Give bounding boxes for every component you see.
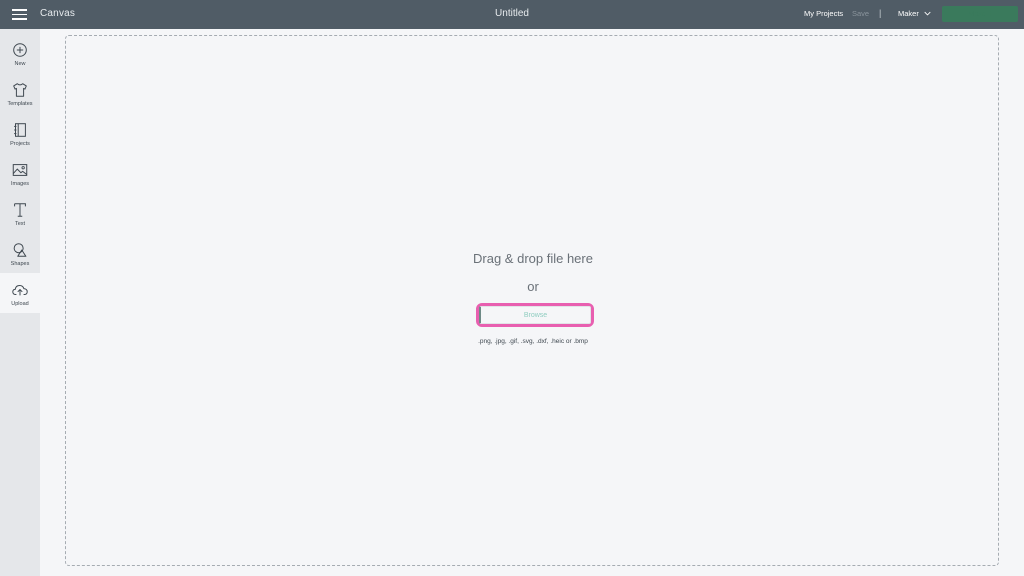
- notebook-icon: [14, 123, 26, 137]
- left-sidebar: New Templates Projects Images Text Shape…: [0, 29, 40, 576]
- sidebar-item-projects[interactable]: Projects: [0, 113, 40, 153]
- document-title-wrapper: Untitled: [0, 8, 1024, 19]
- sidebar-item-label: Shapes: [10, 261, 30, 267]
- app-title: Canvas: [40, 8, 76, 19]
- sidebar-item-images[interactable]: Images: [0, 153, 40, 193]
- cloud-upload-icon: [12, 285, 28, 296]
- upload-drop-zone[interactable]: Drag & drop file here or Browse .png, .j…: [65, 35, 999, 566]
- save-link[interactable]: Save: [852, 9, 869, 18]
- chevron-down-icon[interactable]: [924, 10, 931, 17]
- sidebar-item-label: Upload: [11, 301, 29, 307]
- browse-button[interactable]: Browse: [479, 306, 591, 324]
- sidebar-item-label: Images: [10, 181, 30, 187]
- or-text: or: [527, 279, 539, 294]
- image-icon: [12, 164, 28, 176]
- supported-formats-text: .png, .jpg, .gif, .svg, .dxf, .heic or .…: [478, 338, 588, 345]
- machine-select[interactable]: Maker: [898, 9, 919, 18]
- sidebar-item-label: Templates: [7, 101, 33, 107]
- plus-circle-icon: [13, 43, 27, 57]
- sidebar-item-label: Projects: [10, 141, 30, 147]
- tshirt-icon: [13, 83, 27, 97]
- my-projects-link[interactable]: My Projects: [804, 9, 843, 18]
- text-icon: [14, 203, 26, 217]
- sidebar-item-upload[interactable]: Upload: [0, 273, 40, 313]
- sidebar-item-new[interactable]: New: [0, 33, 40, 73]
- document-title[interactable]: Untitled: [495, 8, 529, 19]
- shapes-icon: [13, 243, 27, 257]
- topbar-divider: |: [879, 8, 882, 18]
- hamburger-menu-icon[interactable]: [12, 9, 27, 20]
- sidebar-item-label: New: [14, 61, 26, 67]
- top-bar: Canvas Untitled My Projects Save | Maker…: [0, 0, 1024, 29]
- make-it-button[interactable]: Make It: [942, 6, 1018, 22]
- sidebar-item-shapes[interactable]: Shapes: [0, 233, 40, 273]
- drag-drop-text: Drag & drop file here: [473, 251, 593, 266]
- sidebar-item-text[interactable]: Text: [0, 193, 40, 233]
- sidebar-item-label: Text: [14, 221, 26, 227]
- sidebar-item-templates[interactable]: Templates: [0, 73, 40, 113]
